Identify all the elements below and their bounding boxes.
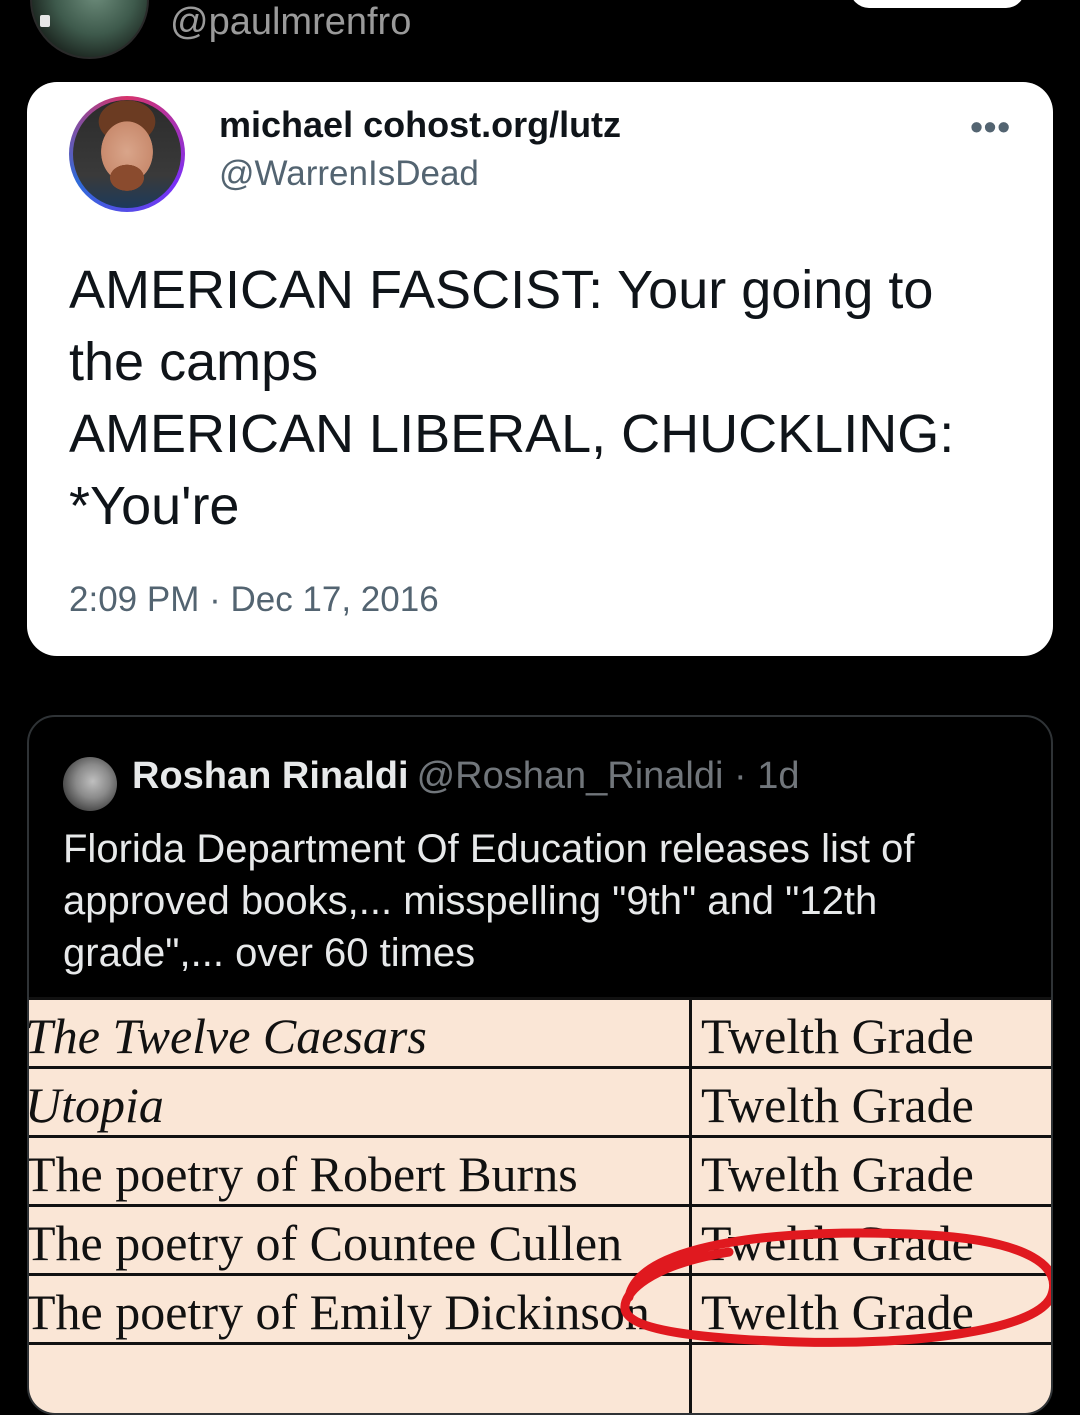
book-title: The Twelve Caesars xyxy=(29,1008,427,1064)
table-column-divider xyxy=(689,997,692,1413)
tweet-text-line: AMERICAN LIBERAL, CHUCKLING: xyxy=(69,404,955,464)
table-row: The poetry of Emily Dickinson Twelth Gra… xyxy=(29,1273,1051,1342)
follow-button[interactable] xyxy=(850,0,1025,8)
book-title: The poetry of Countee Cullen xyxy=(29,1215,623,1271)
more-options-icon[interactable]: ••• xyxy=(970,106,1011,148)
tweet-timestamp[interactable]: 2:09 PM · Dec 17, 2016 xyxy=(69,580,439,620)
table-row xyxy=(29,1342,1051,1411)
quoted-text-line: approved books,... misspelling "9th" and… xyxy=(63,879,878,923)
quoted-text-line: Florida Department Of Education releases… xyxy=(63,827,915,871)
quoted-tweet-card[interactable]: Roshan Rinaldi @Roshan_Rinaldi · 1d Flori… xyxy=(27,715,1053,1415)
table-row: The poetry of Countee Cullen Twelth Grad… xyxy=(29,1204,1051,1273)
tweet-text-line: *You're xyxy=(69,476,240,536)
tweet-card[interactable]: michael cohost.org/lutz @WarrenIsDead ••… xyxy=(27,82,1053,656)
quoted-author-name[interactable]: Roshan Rinaldi xyxy=(132,755,409,797)
badge-icon xyxy=(40,15,50,27)
tweet-text-line: the camps xyxy=(69,332,319,392)
book-title: The poetry of Robert Burns xyxy=(29,1146,578,1202)
author-handle[interactable]: @WarrenIsDead xyxy=(219,154,479,194)
quoted-text-line: grade",... over 60 times xyxy=(63,931,476,975)
grade-level: Twelth Grade xyxy=(701,1284,974,1340)
table-row: The poetry of Robert Burns Twelth Grade xyxy=(29,1135,1051,1204)
author-avatar[interactable] xyxy=(69,96,185,212)
tweet-text-line: AMERICAN FASCIST: Your going to xyxy=(69,260,934,320)
quoted-author-avatar[interactable] xyxy=(63,757,117,811)
quoted-author-meta: @Roshan_Rinaldi · 1d xyxy=(416,755,800,797)
grade-level: Twelth Grade xyxy=(701,1077,974,1133)
book-title: Utopia xyxy=(29,1077,164,1133)
grade-level: Twelth Grade xyxy=(701,1008,974,1064)
table-row: The Twelve Caesars Twelth Grade xyxy=(29,997,1051,1066)
quoted-tweet-text: Florida Department Of Education releases… xyxy=(63,823,1023,979)
top-user-handle[interactable]: @paulmrenfro xyxy=(170,0,411,44)
book-title: The poetry of Emily Dickinson xyxy=(29,1284,650,1340)
author-name[interactable]: michael cohost.org/lutz xyxy=(219,104,621,146)
tweet-text: AMERICAN FASCIST: Your going to the camp… xyxy=(69,254,1019,542)
quoted-tweet-header: Roshan Rinaldi @Roshan_Rinaldi · 1d xyxy=(132,755,799,798)
top-user-avatar[interactable] xyxy=(30,0,149,59)
grade-level: Twelth Grade xyxy=(701,1146,974,1202)
book-list-image[interactable]: The Twelve Caesars Twelth Grade Utopia T… xyxy=(29,997,1051,1413)
book-table: The Twelve Caesars Twelth Grade Utopia T… xyxy=(29,997,1051,1411)
grade-level: Twelth Grade xyxy=(701,1215,974,1271)
table-row: Utopia Twelth Grade xyxy=(29,1066,1051,1135)
